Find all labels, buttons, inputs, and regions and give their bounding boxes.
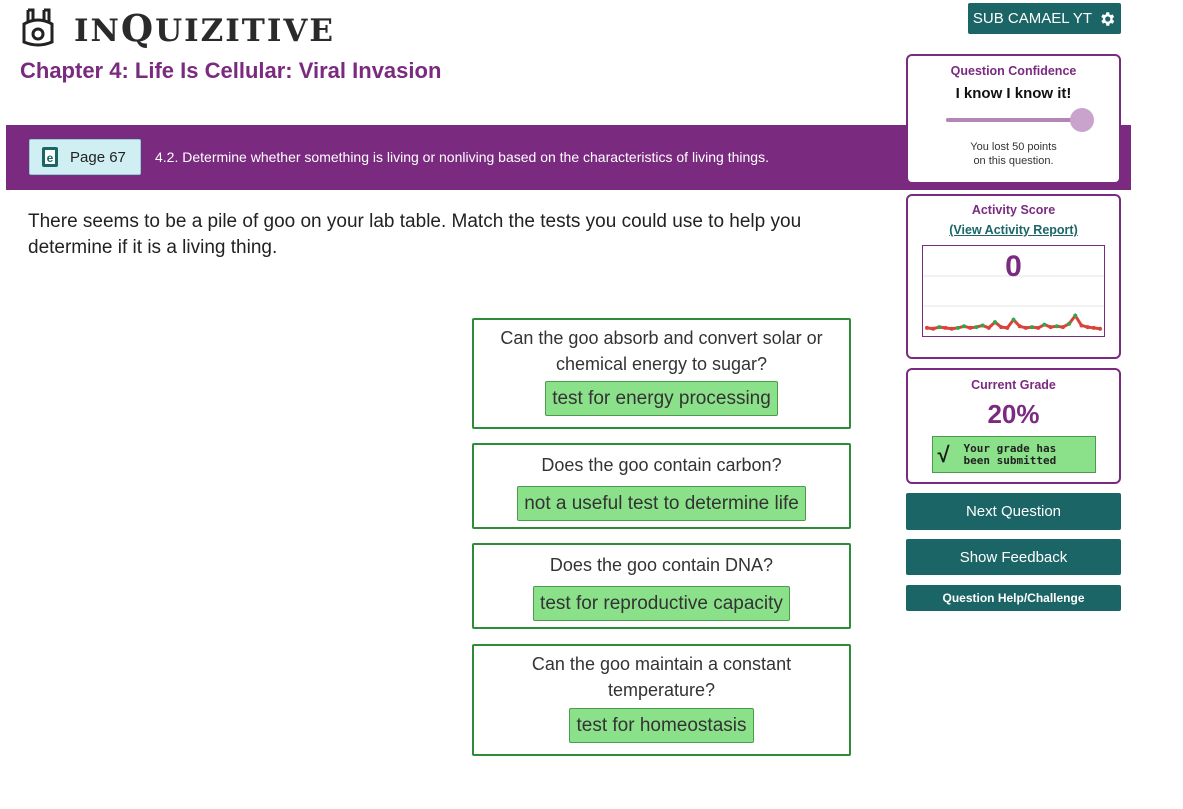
- sparkline-point: [1048, 325, 1053, 330]
- sparkline-point: [1085, 325, 1090, 330]
- match-answer-chip[interactable]: test for reproductive capacity: [533, 586, 790, 621]
- sparkline-point: [986, 325, 991, 330]
- sparkline-point: [1036, 325, 1041, 330]
- show-feedback-button[interactable]: Show Feedback: [906, 539, 1121, 575]
- confidence-title: Question Confidence: [950, 64, 1077, 78]
- sparkline-point: [925, 325, 929, 330]
- slider-fill: [945, 118, 1082, 122]
- ebook-icon: e: [42, 147, 58, 167]
- sparkline-point: [974, 325, 979, 330]
- sparkline-point: [949, 326, 954, 331]
- sparkline-point: [1005, 325, 1010, 330]
- sparkline-point: [1042, 322, 1047, 327]
- sparkline-point: [1054, 324, 1059, 329]
- sparkline-point: [1011, 317, 1016, 322]
- current-grade-value: 20%: [987, 399, 1040, 429]
- user-name: SUB CAMAEL YT: [972, 10, 1093, 27]
- match-target[interactable]: Does the goo contain carbon? not a usefu…: [472, 443, 851, 529]
- sparkline-point: [999, 325, 1004, 330]
- question-text: There seems to be a pile of goo on your …: [28, 211, 802, 258]
- sparkline-point: [992, 320, 997, 325]
- grade-submitted-text: Your grade has been submitted: [963, 441, 1057, 467]
- user-menu-button[interactable]: SUB CAMAEL YT: [968, 3, 1121, 34]
- sparkline-point: [1073, 313, 1078, 318]
- slider-thumb[interactable]: [1069, 108, 1094, 132]
- sparkline-point: [1060, 325, 1065, 330]
- svg-text:e: e: [47, 151, 54, 165]
- match-prompt: Can the goo maintain a constant temperat…: [531, 654, 792, 700]
- match-target[interactable]: Does the goo contain DNA? test for repro…: [472, 543, 851, 629]
- next-question-button[interactable]: Next Question: [906, 493, 1121, 530]
- ebook-page-label: Page 67: [70, 148, 126, 166]
- match-answer-chip[interactable]: test for homeostasis: [569, 708, 754, 743]
- score-chart: 0: [922, 245, 1105, 337]
- current-grade-panel: Current Grade 20% √ Your grade has been …: [906, 368, 1121, 484]
- match-target[interactable]: Can the goo maintain a constant temperat…: [472, 644, 851, 756]
- confidence-value: I know I know it!: [955, 85, 1072, 102]
- match-target[interactable]: Can the goo absorb and convert solar or …: [472, 318, 851, 429]
- gear-icon: [1101, 11, 1115, 26]
- logo-wordmark: INQUIZITIVE: [74, 6, 336, 50]
- current-grade-title: Current Grade: [971, 378, 1056, 392]
- activity-score-value: 0: [1005, 250, 1022, 283]
- sparkline-point: [980, 323, 985, 328]
- match-prompt: Can the goo absorb and convert solar or …: [500, 328, 823, 374]
- chapter-title: Chapter 4: Life Is Cellular: Viral Invas…: [20, 58, 442, 83]
- points-lost-message: You lost 50 points on this question.: [970, 141, 1057, 167]
- checkmark-icon: √: [937, 441, 950, 467]
- rabbit-logo-icon: [22, 8, 54, 47]
- sparkline-point: [962, 324, 967, 329]
- learning-objective: 4.2. Determine whether something is livi…: [155, 149, 769, 165]
- sparkline-point: [937, 325, 942, 330]
- activity-score-panel: Activity Score (View Activity Report) 0: [906, 194, 1121, 359]
- confidence-slider[interactable]: [945, 108, 1094, 132]
- sparkline-line: [926, 312, 1101, 331]
- sparkline-point: [931, 326, 936, 331]
- grade-submitted-badge: √ Your grade has been submitted: [931, 436, 1096, 473]
- match-prompt: Does the goo contain carbon?: [541, 455, 782, 475]
- sparkline-point: [1079, 323, 1084, 328]
- view-activity-report-link[interactable]: (View Activity Report): [949, 223, 1078, 237]
- sparkline-point: [968, 325, 973, 330]
- match-prompt: Does the goo contain DNA?: [549, 555, 774, 575]
- logo: INQUIZITIVE: [18, 6, 335, 50]
- match-answer-chip[interactable]: test for energy processing: [545, 381, 778, 416]
- activity-score-title: Activity Score: [971, 203, 1056, 217]
- sparkline-point: [955, 325, 960, 330]
- sparkline-point: [1030, 325, 1035, 330]
- ebook-page-button[interactable]: e Page 67: [29, 139, 141, 175]
- sparkline-point: [1023, 325, 1028, 330]
- question-help-button[interactable]: Question Help/Challenge: [906, 585, 1121, 611]
- sparkline-point: [943, 325, 948, 330]
- sparkline-point: [1067, 321, 1072, 326]
- match-answer-chip[interactable]: not a useful test to determine life: [517, 486, 806, 521]
- sparkline-point: [1098, 326, 1102, 331]
- sparkline-point: [1091, 325, 1096, 330]
- confidence-panel: Question Confidence I know I know it! Yo…: [906, 54, 1121, 184]
- sparkline-point: [1017, 324, 1022, 329]
